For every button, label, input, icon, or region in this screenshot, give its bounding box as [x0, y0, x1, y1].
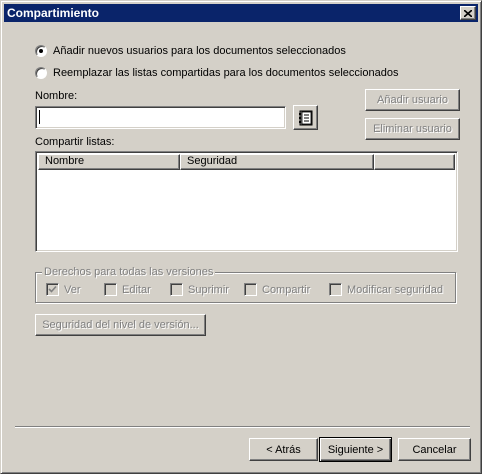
radio-replace-lists-indicator[interactable] — [35, 67, 47, 79]
add-user-button[interactable]: Añadir usuario — [365, 89, 460, 111]
checkbox-ver-label: Ver — [64, 283, 81, 296]
back-button[interactable]: < Atrás — [249, 438, 318, 461]
checkbox-compartir-label: Compartir — [262, 283, 311, 296]
address-book-button[interactable] — [293, 105, 318, 130]
checkbox-modificar-seguridad-box[interactable] — [329, 283, 342, 296]
close-button[interactable] — [460, 6, 476, 20]
address-book-icon — [298, 110, 312, 125]
checkbox-editar-label: Editar — [122, 283, 151, 296]
name-input[interactable] — [35, 106, 286, 129]
radio-add-users-indicator[interactable] — [35, 45, 47, 57]
checkbox-compartir[interactable]: Compartir — [244, 283, 310, 296]
checkbox-modificar-seguridad-label: Modificar seguridad — [347, 283, 443, 296]
share-list-label: Compartir listas: — [35, 136, 115, 148]
column-header-empty[interactable] — [374, 154, 455, 170]
share-list-view[interactable]: Nombre Seguridad — [35, 151, 458, 252]
name-label: Nombre: — [35, 90, 78, 102]
checkbox-compartir-box[interactable] — [244, 283, 257, 296]
radio-replace-lists-label: Reemplazar las listas compartidas para l… — [53, 67, 399, 79]
close-icon — [464, 9, 472, 17]
radio-add-users-label: Añadir nuevos usuarios para los document… — [53, 45, 346, 57]
cancel-button[interactable]: Cancelar — [398, 438, 471, 461]
checkbox-editar-box[interactable] — [104, 283, 117, 296]
checkbox-modificar-seguridad[interactable]: Modificar seguridad — [329, 283, 443, 296]
footer-separator — [15, 426, 470, 428]
checkbox-suprimir-label: Suprimir — [188, 283, 229, 296]
version-security-button[interactable]: Seguridad del nivel de versión... — [35, 314, 206, 336]
dialog-window: Compartimiento Añadir nuevos usuarios pa… — [0, 0, 482, 474]
window-title: Compartimiento — [7, 6, 100, 20]
text-cursor — [39, 110, 40, 124]
title-bar: Compartimiento — [4, 4, 478, 22]
check-icon — [48, 285, 57, 293]
rights-group-title: Derechos para todas las versiones — [42, 266, 216, 278]
radio-replace-lists[interactable]: Reemplazar las listas compartidas para l… — [35, 67, 398, 79]
column-header-name[interactable]: Nombre — [38, 154, 180, 170]
next-button[interactable]: Siguiente > — [319, 437, 392, 462]
radio-add-users[interactable]: Añadir nuevos usuarios para los document… — [35, 45, 346, 57]
checkbox-ver[interactable]: Ver — [46, 283, 81, 296]
checkbox-suprimir[interactable]: Suprimir — [170, 283, 229, 296]
rights-group: Derechos para todas las versiones Ver Ed… — [35, 266, 456, 303]
checkbox-editar[interactable]: Editar — [104, 283, 151, 296]
column-header-security[interactable]: Seguridad — [180, 154, 374, 170]
checkbox-ver-box[interactable] — [46, 283, 59, 296]
remove-user-button[interactable]: Eliminar usuario — [365, 118, 460, 140]
checkbox-suprimir-box[interactable] — [170, 283, 183, 296]
